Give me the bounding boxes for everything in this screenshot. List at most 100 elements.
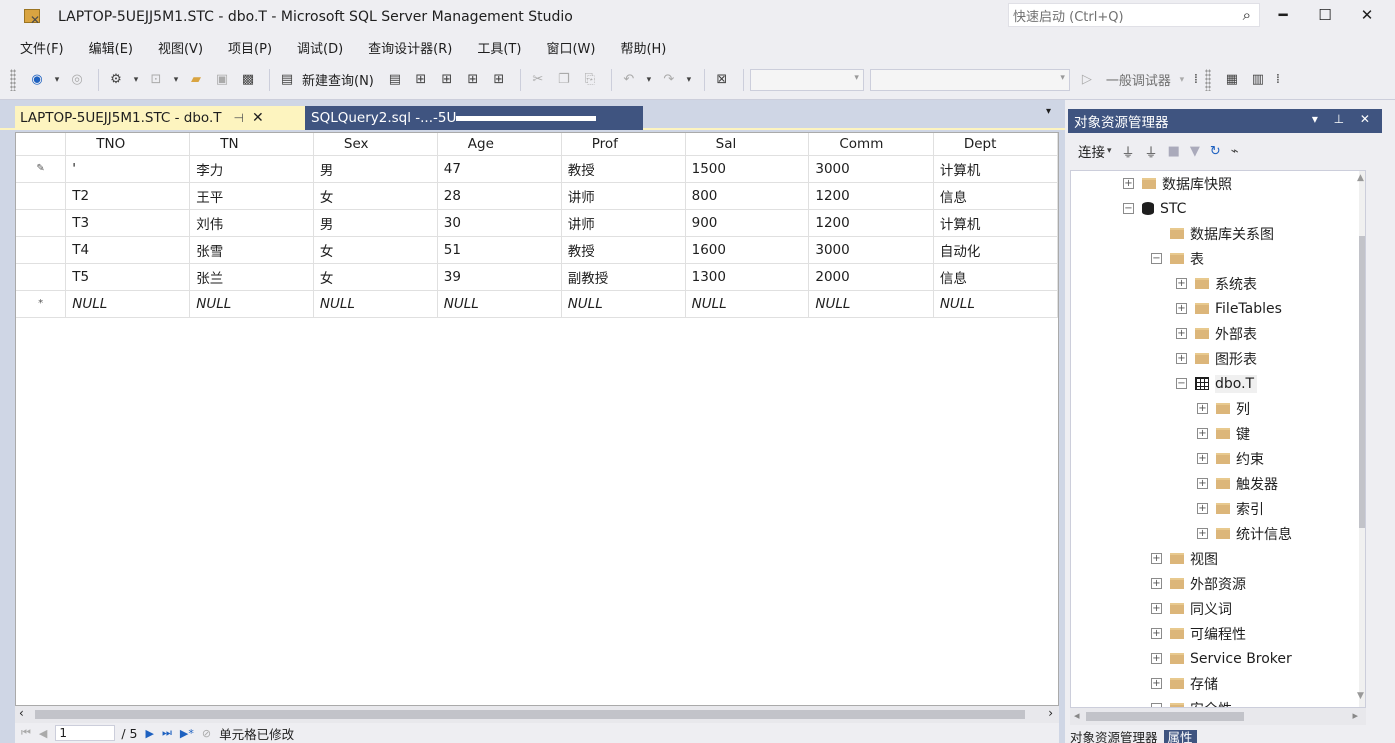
scroll-left-icon[interactable]: ‹ xyxy=(19,706,24,720)
connect-dropdown-icon[interactable]: ▾ xyxy=(1107,146,1112,156)
editing-row-pencil-icon[interactable]: ✎ xyxy=(16,155,67,183)
table-cell[interactable]: T5 xyxy=(65,263,191,291)
toolbar-grip[interactable] xyxy=(10,68,16,91)
table-cell[interactable]: 男 xyxy=(313,209,438,237)
tree-node[interactable]: + 系统表 xyxy=(1176,271,1257,296)
tree-node[interactable]: + 外部表 xyxy=(1176,321,1257,346)
menu-debug[interactable]: 调试(D) xyxy=(297,38,343,57)
table-cell[interactable]: T4 xyxy=(65,236,191,264)
expand-plus-icon[interactable]: + xyxy=(1197,428,1208,439)
tree-node[interactable]: + 数据库快照 xyxy=(1123,171,1232,196)
table-cell[interactable]: 刘伟 xyxy=(189,209,314,237)
solution-config-combo[interactable]: ▾ xyxy=(749,68,864,91)
last-record-icon[interactable]: ⏭ xyxy=(162,726,172,740)
tree-vertical-scrollbar[interactable]: ▲ ▼ xyxy=(1357,171,1365,707)
table-cell[interactable]: 信息 xyxy=(933,182,1058,210)
tree-node[interactable]: + 可编程性 xyxy=(1151,621,1246,646)
column-header[interactable]: TNO xyxy=(65,133,191,156)
table-cell[interactable]: 1500 xyxy=(685,155,810,183)
table-cell[interactable]: 副教授 xyxy=(561,263,686,291)
minimize-button[interactable]: ━ xyxy=(1268,4,1298,28)
menu-view[interactable]: 视图(V) xyxy=(158,38,203,57)
next-record-icon[interactable]: ▶ xyxy=(146,727,154,740)
column-header[interactable]: Dept xyxy=(933,133,1058,156)
table-cell-null[interactable]: NULL xyxy=(561,290,686,318)
tree-node[interactable]: + 统计信息 xyxy=(1197,521,1292,546)
tree-node[interactable]: + 存储 xyxy=(1151,671,1218,696)
table-cell[interactable]: 1600 xyxy=(685,236,810,264)
table-cell[interactable]: 51 xyxy=(437,236,562,264)
expand-plus-icon[interactable]: + xyxy=(1151,603,1162,614)
expand-plus-icon[interactable]: + xyxy=(1176,278,1187,289)
row-selector[interactable] xyxy=(16,236,67,264)
database-engine-query-icon[interactable]: ▤ xyxy=(384,69,406,91)
column-header[interactable]: Comm xyxy=(808,133,934,156)
table-cell-null[interactable]: NULL xyxy=(685,290,810,318)
collapse-minus-icon[interactable]: − xyxy=(1151,253,1162,264)
expand-plus-icon[interactable]: + xyxy=(1151,553,1162,564)
tree-node[interactable]: −安全性 xyxy=(1151,696,1232,707)
tree-node[interactable]: + 视图 xyxy=(1151,546,1218,571)
table-cell[interactable]: 计算机 xyxy=(933,155,1058,183)
tab-sqlquery2[interactable]: SQLQuery2.sql -...-5U xyxy=(305,106,643,130)
tree-node[interactable]: + 列 xyxy=(1197,396,1250,421)
table-cell[interactable]: 900 xyxy=(685,209,810,237)
expand-plus-icon[interactable]: + xyxy=(1151,678,1162,689)
table-cell[interactable]: 女 xyxy=(313,236,438,264)
expand-plus-icon[interactable]: + xyxy=(1176,328,1187,339)
table-cell[interactable]: 47 xyxy=(437,155,562,183)
redo-dropdown-icon[interactable]: ▾ xyxy=(684,69,694,91)
table-cell[interactable]: 张雪 xyxy=(189,236,314,264)
back-dropdown-icon[interactable]: ▾ xyxy=(52,69,62,91)
toolbar-grip-2[interactable] xyxy=(1204,68,1211,91)
search-icon[interactable]: ⌕ xyxy=(1243,6,1251,24)
tree-node[interactable]: + 图形表 xyxy=(1176,346,1257,371)
scroll-up-icon[interactable]: ▲ xyxy=(1357,173,1364,183)
table-row[interactable]: T5 张兰 女 39 副教授 1300 2000 信息 xyxy=(16,263,1058,291)
table-cell[interactable]: T2 xyxy=(65,182,191,210)
new-row-asterisk-icon[interactable]: * xyxy=(16,290,67,318)
column-header[interactable]: Prof xyxy=(561,133,686,156)
tab-table-editor[interactable]: LAPTOP-5UEJJ5M1.STC - dbo.T ⊣ ✕ xyxy=(15,106,305,130)
save-all-icon[interactable]: ▩ xyxy=(237,69,259,91)
debugger-dropdown-icon[interactable]: ▾ xyxy=(1177,69,1187,91)
column-header[interactable]: Sex xyxy=(313,133,438,156)
menu-help[interactable]: 帮助(H) xyxy=(620,38,666,57)
new-project-icon[interactable]: ⚙ xyxy=(105,69,127,91)
tree-scroll-thumb[interactable] xyxy=(1359,236,1365,528)
column-header[interactable]: Age xyxy=(437,133,562,156)
tab-object-explorer[interactable]: 对象资源管理器 xyxy=(1070,730,1158,743)
table-cell[interactable]: 3000 xyxy=(808,236,934,264)
tree-node[interactable]: + FileTables xyxy=(1176,296,1282,321)
menu-project[interactable]: 项目(P) xyxy=(228,38,272,57)
platform-combo[interactable]: ▾ xyxy=(869,68,1070,91)
expand-plus-icon[interactable]: + xyxy=(1197,453,1208,464)
toolbar-overflow-icon[interactable]: ⁞ xyxy=(1191,69,1201,91)
pin-icon[interactable]: ⊣ xyxy=(233,111,243,125)
add-item-icon[interactable]: ⊡ xyxy=(145,69,167,91)
table-cell[interactable]: 自动化 xyxy=(933,236,1058,264)
table-cell[interactable]: 3000 xyxy=(808,155,934,183)
table-row[interactable]: T3 刘伟 男 30 讲师 900 1200 计算机 xyxy=(16,209,1058,237)
menu-query-designer[interactable]: 查询设计器(R) xyxy=(368,38,452,57)
cut-icon[interactable]: ✂ xyxy=(527,69,549,91)
tree-node[interactable]: − 表 xyxy=(1151,246,1204,271)
tree-node[interactable]: + 键 xyxy=(1197,421,1250,446)
row-selector[interactable] xyxy=(16,182,67,210)
tree-node[interactable]: + 同义词 xyxy=(1151,596,1232,621)
expand-plus-icon[interactable]: + xyxy=(1197,528,1208,539)
start-debug-icon[interactable]: ▷ xyxy=(1076,69,1098,91)
layout-icon[interactable]: ▥ xyxy=(1247,69,1269,91)
table-cell[interactable]: 800 xyxy=(685,182,810,210)
menu-file[interactable]: 文件(F) xyxy=(20,38,64,57)
connect-plug-icon[interactable]: ⏚ xyxy=(1122,142,1135,161)
expand-plus-icon[interactable]: + xyxy=(1123,178,1134,189)
menu-tools[interactable]: 工具(T) xyxy=(477,38,521,57)
new-query-button[interactable]: 新建查询(N) xyxy=(302,70,374,89)
stop-icon[interactable]: ⊘ xyxy=(202,727,211,740)
expand-plus-icon[interactable]: + xyxy=(1197,478,1208,489)
panel-window-buttons[interactable]: ▾ ⊥ ✕ xyxy=(1312,112,1376,126)
debugger-label[interactable]: 一般调试器 xyxy=(1106,70,1171,89)
expand-plus-icon[interactable]: + xyxy=(1151,653,1162,664)
open-file-icon[interactable]: ▰ xyxy=(185,69,207,91)
